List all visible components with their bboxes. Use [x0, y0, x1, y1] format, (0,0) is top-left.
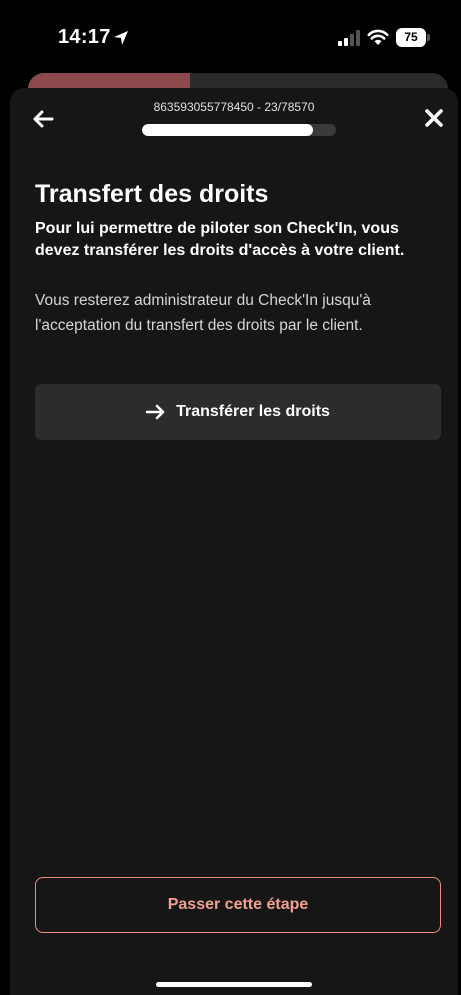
modal-sheet: 863593055778450 - 23/78570 Transfert des…	[10, 88, 458, 995]
page-title: Transfert des droits	[35, 180, 269, 208]
battery-tip	[427, 34, 430, 41]
progress-bar	[142, 124, 336, 136]
lead-text: Pour lui permettre de piloter son Check'…	[35, 220, 405, 259]
location-arrow-icon	[114, 31, 128, 45]
progress-fill	[142, 124, 313, 136]
skip-step-label: Passer cette étape	[167, 896, 309, 913]
skip-step-button[interactable]: Passer cette étape	[35, 877, 441, 933]
status-time: 14:17	[58, 26, 111, 48]
cellular-signal-icon	[338, 30, 360, 46]
home-indicator	[156, 982, 312, 987]
transfer-rights-label: Transférer les droits	[176, 403, 330, 420]
battery-level: 75	[404, 30, 418, 44]
battery-icon: 75	[396, 28, 426, 47]
transfer-rights-button[interactable]: Transférer les droits	[35, 384, 441, 440]
close-icon[interactable]	[422, 106, 446, 130]
reference-number: 863593055778450 - 23/78570	[153, 100, 315, 114]
arrow-right-icon	[146, 404, 165, 420]
status-bar: 14:17 75	[0, 0, 461, 72]
description-text: Vous resterez administrateur du Check'In…	[35, 292, 371, 334]
wifi-icon	[367, 29, 389, 45]
